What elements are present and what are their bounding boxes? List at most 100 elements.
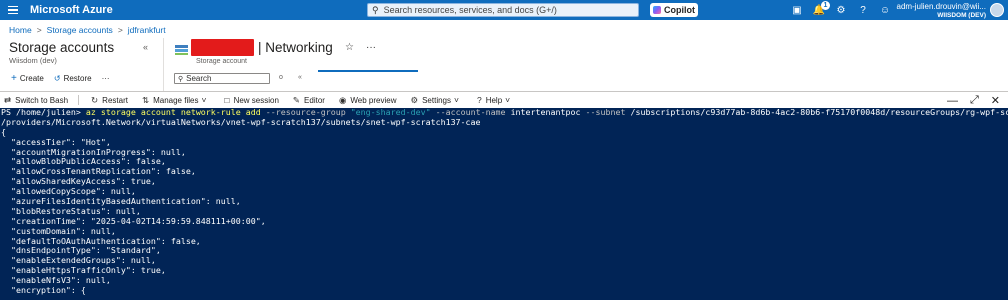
gear-icon[interactable]: ⚙ bbox=[834, 3, 848, 17]
brand-title[interactable]: Microsoft Azure bbox=[30, 4, 113, 16]
terminal-output: { "accessTier": "Hot", "accountMigration… bbox=[1, 126, 1008, 296]
manage-label: Manage files bbox=[153, 95, 199, 105]
editor-button[interactable]: ✎ Editor bbox=[293, 95, 325, 106]
blade-divider bbox=[163, 38, 164, 92]
help-icon[interactable]: ? bbox=[856, 3, 870, 17]
restart-label: Restart bbox=[102, 95, 128, 105]
create-button[interactable]: + Create bbox=[11, 73, 44, 84]
search-placeholder: Search resources, services, and docs (G+… bbox=[383, 5, 557, 15]
page-title: Storage accounts bbox=[9, 40, 115, 55]
terminal[interactable]: PS /home/julien> az storage account netw… bbox=[0, 108, 1008, 300]
terminal-output-line: "allowSharedKeyAccess": true, bbox=[1, 176, 156, 187]
search-icon: ⚲ bbox=[372, 4, 379, 15]
new-session-label: New session bbox=[233, 95, 279, 105]
left-toolbar: + Create ↺ Restore ··· bbox=[11, 73, 110, 84]
terminal-command-continuation: /providers/Microsoft.Network/virtualNetw… bbox=[1, 116, 1008, 128]
copilot-button[interactable]: Copilot bbox=[650, 3, 698, 17]
help-label: Help bbox=[485, 95, 503, 105]
plus-icon: + bbox=[11, 73, 17, 84]
pencil-icon: ✎ bbox=[292, 94, 301, 105]
restore-icon: ↺ bbox=[53, 74, 61, 83]
notification-badge: 1 bbox=[821, 1, 830, 10]
terminal-output-line: "encryption": { bbox=[1, 285, 86, 296]
restart-button[interactable]: ↻ Restart bbox=[91, 95, 128, 106]
favorite-star-icon[interactable]: ☆ bbox=[345, 42, 354, 53]
restore-button[interactable]: ↺ Restore bbox=[54, 74, 92, 83]
menu-icon[interactable] bbox=[0, 0, 26, 20]
cloud-shell-icon[interactable]: ▣ bbox=[790, 3, 804, 17]
help-icon: ? bbox=[476, 95, 482, 105]
globe-icon: ◉ bbox=[338, 94, 347, 105]
help-button[interactable]: ? Help ˅ bbox=[477, 95, 514, 105]
settings-button[interactable]: ⚙ Settings ˅ bbox=[410, 95, 463, 106]
collapse-blade-button[interactable]: « bbox=[143, 42, 148, 52]
top-icons: ▣ 🔔 1 ⚙ ? ☺ bbox=[790, 0, 892, 20]
notifications-icon[interactable]: 🔔 1 bbox=[812, 1, 830, 17]
chevron-down-icon: ˅ bbox=[454, 95, 459, 105]
terminal-output-line: "enableHttpsTrafficOnly": true, bbox=[1, 265, 166, 276]
copilot-label: Copilot bbox=[664, 5, 695, 15]
divider bbox=[78, 95, 80, 105]
account-directory: WIISDOM (DEV) bbox=[937, 12, 986, 19]
breadcrumb-separator: > bbox=[36, 25, 42, 35]
more-button[interactable]: ··· bbox=[102, 74, 110, 83]
account-name: adm-julien.drouvin@wii... bbox=[896, 2, 987, 11]
files-icon: ⇅ bbox=[141, 94, 150, 105]
avatar[interactable] bbox=[990, 3, 1004, 17]
chevron-down-icon: ˅ bbox=[201, 95, 207, 105]
gear-icon: ⚙ bbox=[410, 94, 419, 105]
settings-label: Settings bbox=[422, 95, 451, 105]
blade-subtitle: Storage account bbox=[196, 58, 247, 65]
terminal-flag: --subnet bbox=[580, 108, 631, 117]
redacted-account-name bbox=[191, 39, 254, 56]
web-preview-button[interactable]: ◉ Web preview bbox=[339, 95, 397, 106]
breadcrumb-jdfrankfurt[interactable]: jdfrankfurt bbox=[128, 25, 166, 35]
storage-account-icon bbox=[175, 45, 188, 55]
manage-files-button[interactable]: ⇅ Manage files ˅ bbox=[142, 95, 210, 106]
terminal-output-line: "creationTime": "2025-04-02T14:59:59.848… bbox=[1, 215, 266, 226]
window-controls: — ⤢ ✕ bbox=[947, 92, 1000, 109]
terminal-arg-subnet: /subscriptions/c93d77ab-8d6b-4ac2-80b6-f… bbox=[630, 108, 1008, 117]
terminal-arg-subnet-continued: /providers/Microsoft.Network/virtualNetw… bbox=[1, 116, 481, 127]
menu-search-placeholder: Search bbox=[186, 74, 212, 83]
terminal-output-line: "enableNfsV3": null, bbox=[1, 275, 111, 286]
cloud-shell-toolbar: ⇄ Switch to Bash ↻ Restart ⇅ Manage files ˅ … bbox=[0, 91, 1008, 108]
terminal-arg-account: intertenantpoc bbox=[510, 108, 581, 117]
chevron-down-icon: ˅ bbox=[505, 95, 511, 105]
feedback-icon[interactable]: ☺ bbox=[878, 3, 892, 17]
breadcrumb-storage-accounts[interactable]: Storage accounts bbox=[47, 25, 113, 35]
breadcrumb-separator: > bbox=[117, 25, 123, 35]
new-session-button[interactable]: □ New session bbox=[224, 95, 279, 105]
breadcrumb: Home > Storage accounts > jdfrankfurt bbox=[9, 25, 166, 35]
blade-title: | Networking bbox=[258, 40, 333, 55]
copilot-icon bbox=[653, 6, 661, 14]
collapse-menu-button[interactable]: « bbox=[298, 74, 302, 81]
global-search-input[interactable]: ⚲ Search resources, services, and docs (… bbox=[367, 3, 639, 17]
page-subtitle: Wiisdom (dev) bbox=[9, 56, 57, 65]
terminal-output-line: "azureFilesIdentityBasedAuthentication":… bbox=[1, 196, 241, 207]
terminal-flag: --account-name bbox=[430, 108, 511, 117]
web-preview-label: Web preview bbox=[350, 95, 397, 105]
maximize-icon[interactable]: ⤢ bbox=[970, 94, 979, 107]
terminal-output-line: { bbox=[1, 126, 6, 137]
editor-label: Editor bbox=[304, 95, 325, 105]
restart-icon: ↻ bbox=[91, 94, 99, 105]
terminal-flag: --resource-group bbox=[260, 108, 351, 117]
close-icon[interactable]: ✕ bbox=[991, 94, 1000, 107]
search-icon: ⚲ bbox=[178, 75, 184, 83]
switch-label: Switch to Bash bbox=[15, 95, 69, 105]
create-label: Create bbox=[19, 74, 44, 83]
more-icon[interactable]: ··· bbox=[366, 42, 376, 53]
active-tab-indicator bbox=[318, 70, 418, 72]
account-info[interactable]: adm-julien.drouvin@wii... WIISDOM (DEV) bbox=[897, 2, 987, 20]
minimize-icon[interactable]: — bbox=[947, 95, 958, 107]
menu-search-input[interactable]: ⚲ Search bbox=[174, 73, 270, 84]
search-options-icon[interactable]: o bbox=[279, 74, 283, 81]
terminal-arg-resource-group: "eng-shared-dev" bbox=[350, 108, 431, 117]
breadcrumb-home[interactable]: Home bbox=[9, 25, 32, 35]
switch-to-bash-button[interactable]: ⇄ Switch to Bash bbox=[4, 95, 68, 106]
top-bar: Microsoft Azure ⚲ Search resources, serv… bbox=[0, 0, 1008, 20]
restore-label: Restore bbox=[63, 74, 92, 83]
new-session-icon: □ bbox=[224, 95, 230, 105]
terminal-command: az storage account network-rule add bbox=[85, 108, 261, 117]
